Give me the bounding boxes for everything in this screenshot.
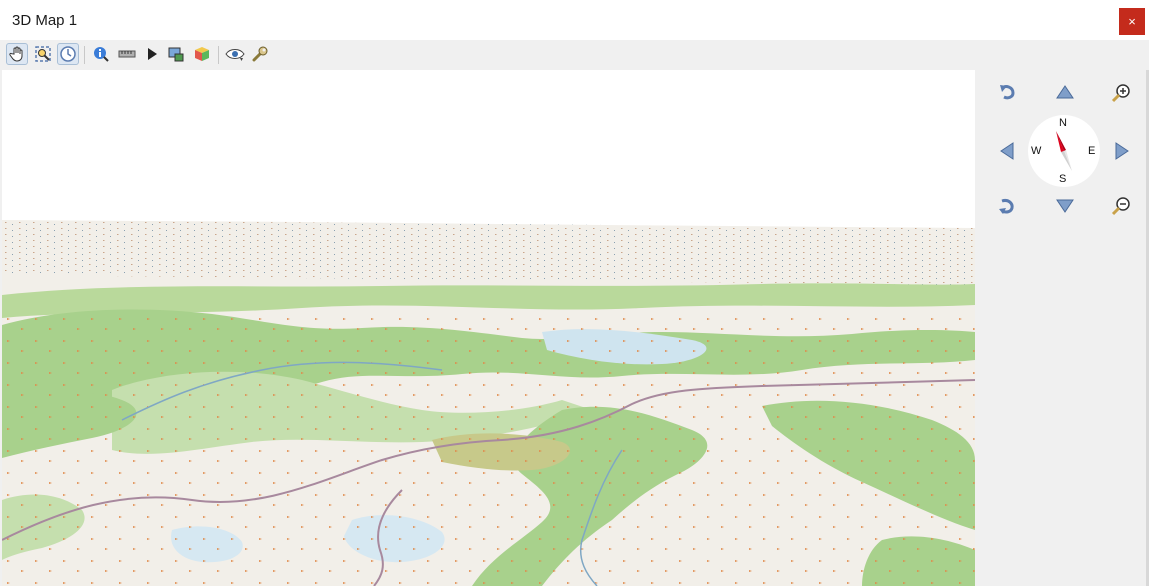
- export-scene-button[interactable]: [191, 43, 213, 65]
- identify-icon: [94, 47, 109, 62]
- zoom-in-icon: [1111, 84, 1130, 103]
- zoom-extent-button[interactable]: [32, 43, 54, 65]
- rotate-cw-icon: [999, 199, 1014, 214]
- 3d-cube-icon: [195, 47, 209, 61]
- window-title: 3D Map 1: [12, 12, 78, 29]
- configure-button[interactable]: [249, 43, 271, 65]
- camera-control-button[interactable]: [57, 43, 79, 65]
- export-image-icon: [168, 47, 184, 62]
- play-icon: [148, 48, 157, 60]
- rotate-cw-button[interactable]: [997, 196, 1017, 216]
- hand-icon: [9, 46, 23, 62]
- animation-button[interactable]: [141, 43, 163, 65]
- pan-left-button[interactable]: [997, 140, 1017, 162]
- pan-right-icon: [1115, 142, 1129, 160]
- eye-icon: [225, 49, 245, 61]
- measure-button[interactable]: [116, 43, 138, 65]
- toolbar: [0, 40, 1149, 70]
- far-terrain-detail: [2, 220, 975, 285]
- toolbar-separator: [218, 46, 219, 64]
- pan-tool-button[interactable]: [6, 43, 28, 65]
- rotate-ccw-button[interactable]: [997, 82, 1017, 102]
- close-icon: ×: [1128, 14, 1136, 29]
- tilt-up-icon: [1056, 85, 1074, 99]
- pan-left-icon: [1000, 142, 1014, 160]
- navigation-panel: N S E W: [975, 70, 1149, 586]
- identify-button[interactable]: [90, 43, 112, 65]
- save-image-button[interactable]: [165, 43, 187, 65]
- map-3d-window: 3D Map 1 × N S E W: [0, 0, 1149, 586]
- tilt-down-button[interactable]: [1054, 196, 1076, 216]
- zoom-in-button[interactable]: [1110, 82, 1132, 104]
- zoom-out-icon: [1111, 197, 1130, 216]
- sky: [2, 70, 975, 220]
- terrain-view: [2, 70, 975, 586]
- wrench-icon: [252, 46, 268, 62]
- toolbar-separator: [84, 46, 85, 64]
- tilt-down-icon: [1056, 199, 1074, 213]
- zoom-out-button[interactable]: [1110, 195, 1132, 217]
- pan-right-button[interactable]: [1112, 140, 1132, 162]
- camera-orbit-icon: [60, 46, 76, 62]
- close-button[interactable]: ×: [1119, 8, 1145, 35]
- tilt-up-button[interactable]: [1054, 82, 1076, 102]
- zoom-full-icon: [35, 46, 51, 62]
- title-bar: 3D Map 1 ×: [0, 0, 1149, 40]
- rotate-ccw-icon: [1000, 85, 1015, 100]
- compass[interactable]: N S E W: [1028, 115, 1100, 187]
- map-3d-viewport[interactable]: [2, 70, 975, 586]
- ruler-icon: [118, 50, 136, 58]
- camera-view-button[interactable]: [224, 43, 246, 65]
- compass-needle-icon: [1056, 131, 1072, 171]
- terrain-markers: [2, 310, 975, 586]
